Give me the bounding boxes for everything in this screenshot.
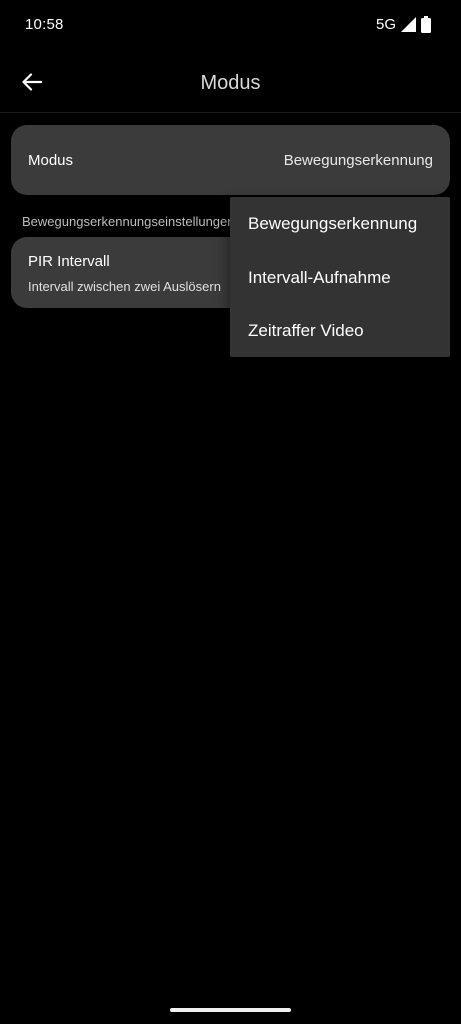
menu-item-label: Zeitraffer Video	[248, 321, 364, 340]
menu-item-label: Intervall-Aufnahme	[248, 268, 391, 287]
section-header: Bewegungserkennungseinstellungen	[22, 214, 232, 229]
menu-item-intervall-aufnahme[interactable]: Intervall-Aufnahme	[230, 251, 450, 305]
status-time: 10:58	[25, 16, 64, 33]
battery-icon	[421, 15, 431, 33]
status-icons: 5G	[376, 15, 431, 33]
mode-label: Modus	[28, 152, 74, 169]
mode-dropdown-menu: Bewegungserkennung Intervall-Aufnahme Ze…	[230, 197, 450, 357]
signal-icon	[401, 16, 416, 32]
menu-item-bewegungserkennung[interactable]: Bewegungserkennung	[230, 197, 450, 251]
menu-item-zeitraffer-video[interactable]: Zeitraffer Video	[230, 304, 450, 358]
home-indicator[interactable]	[170, 1008, 291, 1012]
status-bar: 10:58 5G	[0, 0, 461, 50]
network-type: 5G	[375, 15, 396, 33]
mode-value: Bewegungserkennung	[283, 152, 433, 169]
pir-interval-subtitle: Intervall zwischen zwei Auslösern	[28, 279, 221, 294]
page-title: Modus	[200, 72, 261, 94]
menu-item-label: Bewegungserkennung	[248, 214, 418, 233]
app-bar: Modus	[0, 52, 461, 113]
mode-setting-row[interactable]: Modus Bewegungserkennung	[11, 125, 450, 195]
pir-interval-title: PIR Intervall	[28, 253, 110, 270]
